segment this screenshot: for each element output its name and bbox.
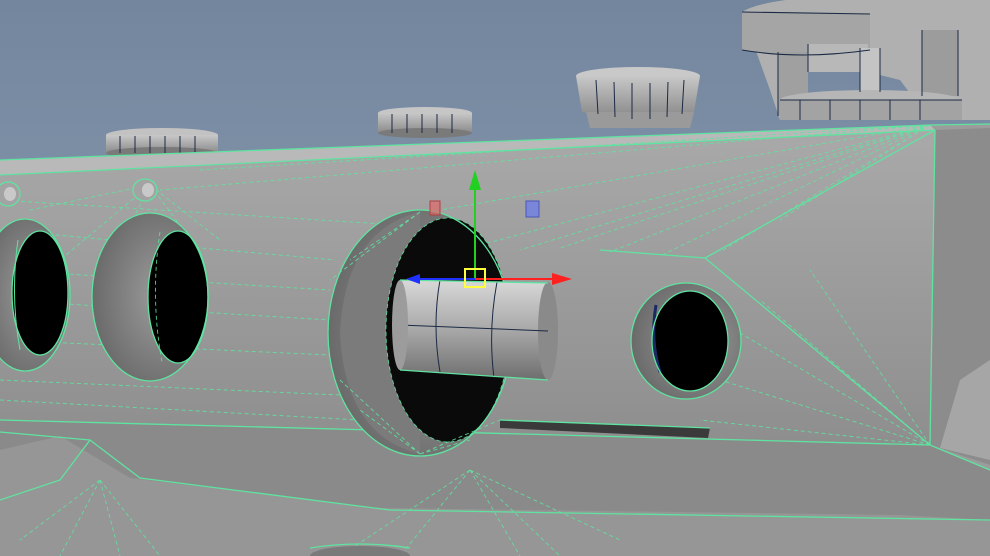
hole-right[interactable] [630,282,742,400]
bolt-head-far-left[interactable] [0,181,21,207]
3d-viewport[interactable] [0,0,990,556]
selected-mesh-body[interactable] [0,123,990,556]
knob-small-center[interactable] [378,107,472,138]
manipulator-yz-plane-handle[interactable] [429,200,441,216]
manipulator-xy-plane-handle[interactable] [525,200,540,218]
knob-large[interactable] [576,67,700,128]
viewport-scene[interactable] [0,0,990,556]
hole-left[interactable] [91,212,209,382]
bolt-head-left[interactable] [132,178,158,202]
cylinder-pin[interactable] [392,279,558,381]
